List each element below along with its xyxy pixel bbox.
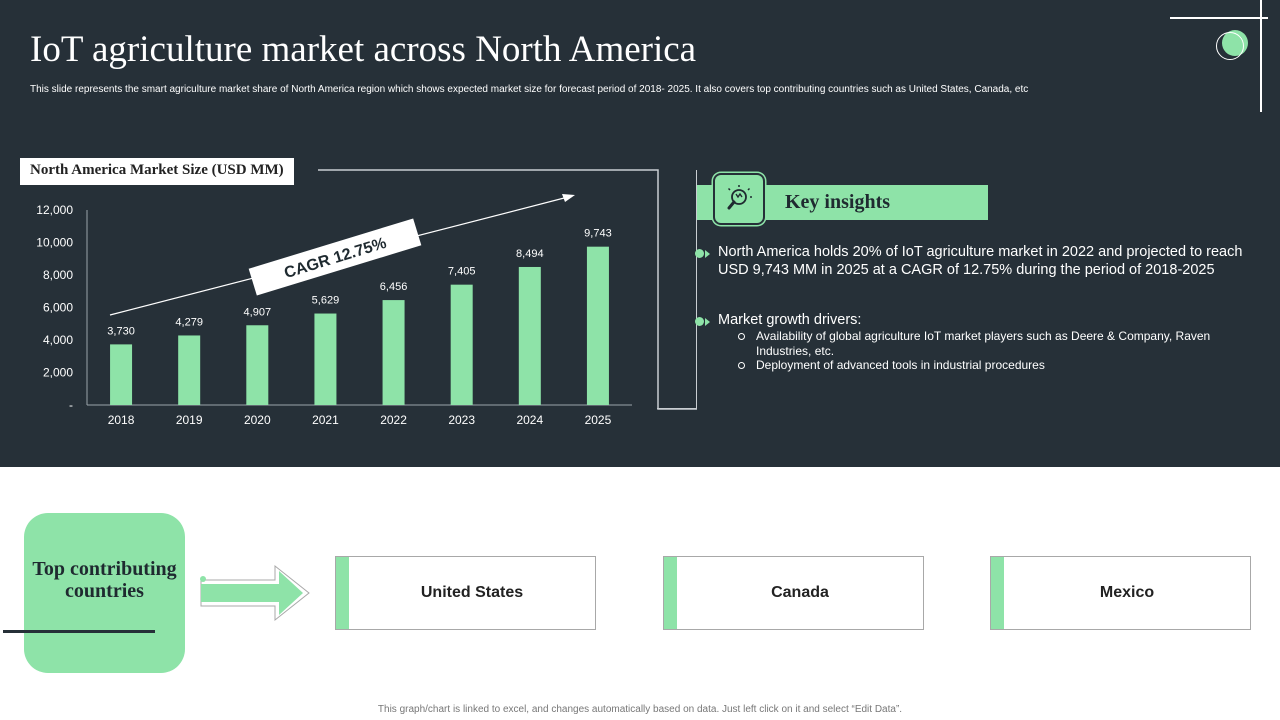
country-card-canada: Canada bbox=[663, 556, 924, 630]
y-tick-label: 4,000 bbox=[43, 333, 73, 347]
card-accent-stripe bbox=[336, 557, 349, 629]
insight-point-1: North America holds 20% of IoT agricultu… bbox=[718, 244, 1243, 278]
corner-decoration-circle bbox=[1216, 32, 1244, 60]
chart-insight-connector bbox=[657, 170, 697, 409]
corner-decoration-line bbox=[1170, 17, 1268, 19]
footnote: This graph/chart is linked to excel, and… bbox=[377, 704, 903, 715]
bar-2018 bbox=[110, 344, 133, 405]
y-tick-label: - bbox=[69, 398, 73, 412]
y-tick-label: 6,000 bbox=[43, 301, 73, 315]
bullet-dot bbox=[695, 317, 704, 326]
chart-frame-line bbox=[318, 169, 697, 410]
sub-bullet bbox=[738, 362, 745, 369]
corner-decoration-line bbox=[1260, 0, 1262, 112]
data-label: 8,494 bbox=[516, 248, 544, 260]
country-name: United States bbox=[420, 584, 524, 601]
x-tick-label: 2019 bbox=[176, 413, 203, 427]
market-size-chart: - 2,000 4,000 6,000 8,000 10,000 12,000 3,730 20… bbox=[36, 169, 697, 427]
insight-sub-1: Availability of global agriculture IoT m… bbox=[756, 329, 1211, 358]
bar-2023 bbox=[450, 284, 473, 405]
data-label: 4,907 bbox=[244, 306, 272, 318]
x-tick-label: 2022 bbox=[380, 413, 407, 427]
data-label: 7,405 bbox=[448, 266, 476, 278]
page-subtitle: This slide represents the smart agricult… bbox=[30, 84, 1029, 95]
trend-arrow-head bbox=[562, 194, 575, 202]
card-accent-stripe bbox=[664, 557, 677, 629]
insight-point-2: Market growth drivers: bbox=[718, 312, 862, 328]
right-arrow-icon bbox=[200, 564, 310, 622]
y-tick-label: 8,000 bbox=[43, 268, 73, 282]
y-tick-label: 12,000 bbox=[36, 203, 73, 217]
x-tick-label: 2024 bbox=[516, 413, 543, 427]
bar-2020 bbox=[246, 325, 269, 405]
country-name: Mexico bbox=[1099, 584, 1155, 601]
top-countries-heading: Top contributing countries bbox=[32, 558, 177, 602]
bar-2024 bbox=[518, 266, 541, 405]
bullet-arrow bbox=[705, 317, 710, 326]
x-tick-label: 2018 bbox=[108, 413, 135, 427]
bar-2025 bbox=[586, 246, 609, 405]
country-card-mexico: Mexico bbox=[990, 556, 1251, 630]
country-name: Canada bbox=[771, 584, 829, 601]
data-label: 6,456 bbox=[380, 281, 408, 293]
country-card-united-states: United States bbox=[335, 556, 596, 630]
card-accent-stripe bbox=[991, 557, 1004, 629]
data-label: 4,279 bbox=[175, 316, 203, 328]
y-tick-label: 10,000 bbox=[36, 236, 73, 250]
data-label: 3,730 bbox=[107, 325, 135, 337]
chart-title: North America Market Size (USD MM) bbox=[20, 158, 294, 185]
insights-title: Key insights bbox=[785, 191, 891, 213]
page-title: IoT agriculture market across North Amer… bbox=[30, 29, 697, 70]
x-tick-label: 2021 bbox=[312, 413, 339, 427]
data-label: 9,743 bbox=[584, 228, 612, 240]
lightbulb-magnifier-icon bbox=[713, 173, 765, 225]
bar-2022 bbox=[382, 300, 405, 405]
bar-2019 bbox=[178, 335, 201, 405]
heading-underline bbox=[3, 630, 155, 633]
data-label: 5,629 bbox=[312, 295, 340, 307]
x-tick-label: 2020 bbox=[244, 413, 271, 427]
insight-sub-2: Deployment of advanced tools in industri… bbox=[756, 358, 1045, 372]
bullet-dot bbox=[695, 249, 704, 258]
bar-2021 bbox=[314, 313, 337, 405]
bullet-arrow bbox=[705, 249, 710, 258]
sub-bullet bbox=[738, 333, 745, 340]
x-tick-label: 2025 bbox=[585, 413, 612, 427]
y-tick-label: 2,000 bbox=[43, 366, 73, 380]
x-tick-label: 2023 bbox=[448, 413, 475, 427]
